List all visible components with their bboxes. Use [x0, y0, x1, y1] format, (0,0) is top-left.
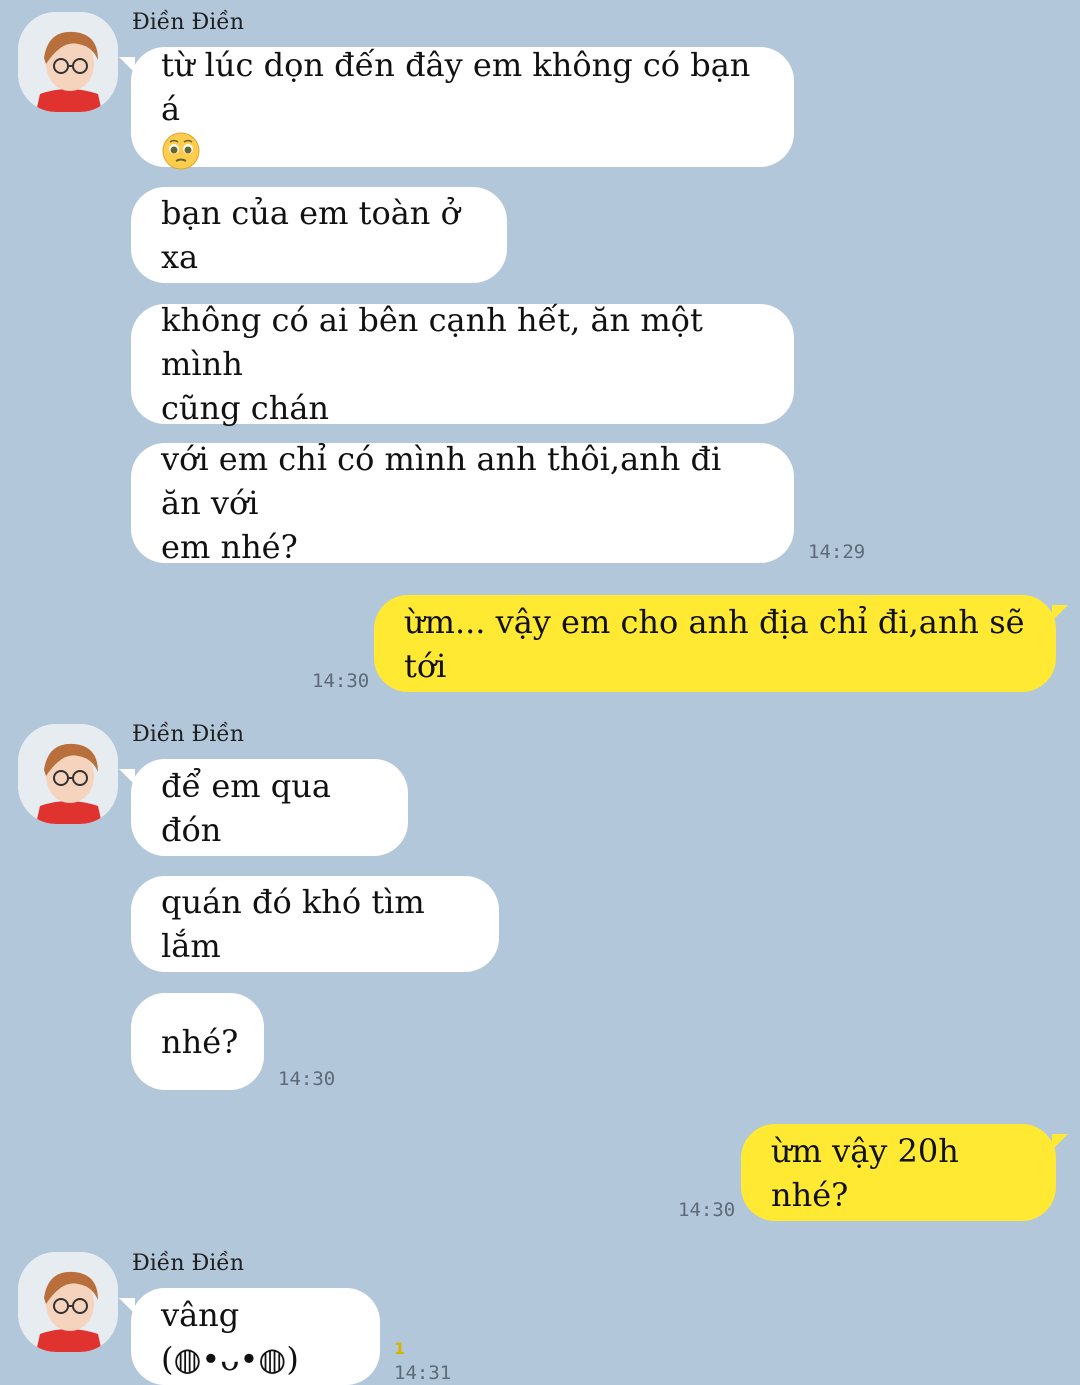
message-bubble[interactable]: để em qua đón — [119, 759, 408, 856]
message-text: ừm... vậy em cho anh địa chỉ đi,anh sẽ t… — [404, 602, 1025, 685]
avatar[interactable] — [18, 12, 118, 112]
avatar[interactable] — [18, 1252, 118, 1352]
message-bubble[interactable]: ừm vậy 20h nhé? — [741, 1124, 1068, 1221]
pleading-face-icon — [161, 131, 201, 171]
message-bubble[interactable]: nhé? — [131, 993, 264, 1090]
message-timestamp: 14:30 — [678, 1199, 736, 1221]
message-text: ừm vậy 20h nhé? — [771, 1131, 959, 1214]
sender-name: Điền Điền — [132, 1251, 244, 1276]
message-bubble[interactable]: với em chỉ có mình anh thôi,anh đi ăn vớ… — [131, 440, 794, 566]
message-bubble[interactable]: quán đó khó tìm lắm — [131, 876, 499, 972]
message-text: để em qua đón — [161, 766, 331, 849]
message-text: quán đó khó tìm lắm — [161, 883, 425, 965]
sender-name: Điền Điền — [132, 10, 244, 35]
message-text: vâng (◍•ᴗ•◍) — [161, 1295, 299, 1378]
message-text: với em chỉ có mình anh thôi,anh đi ăn vớ… — [161, 440, 722, 522]
message-text: từ lúc dọn đến đây em không có bạn á — [161, 46, 751, 128]
unread-count: 1 — [394, 1339, 406, 1358]
message-bubble[interactable]: không có ai bên cạnh hết, ăn một mình cũ… — [131, 301, 794, 427]
message-bubble[interactable]: bạn của em toàn ở xa — [131, 187, 507, 283]
avatar[interactable] — [18, 724, 118, 824]
sender-name: Điền Điền — [132, 722, 244, 747]
message-text: em nhé? — [161, 528, 298, 566]
message-timestamp: 14:29 — [808, 541, 866, 563]
message-bubble[interactable]: ừm... vậy em cho anh địa chỉ đi,anh sẽ t… — [374, 595, 1068, 692]
message-timestamp: 14:30 — [312, 670, 370, 692]
avatar-photo-icon — [18, 12, 118, 112]
message-timestamp: 14:31 — [394, 1362, 452, 1384]
message-bubble[interactable]: vâng (◍•ᴗ•◍) — [119, 1288, 380, 1385]
avatar-photo-icon — [18, 1252, 118, 1352]
message-bubble[interactable]: từ lúc dọn đến đây em không có bạn á — [119, 46, 794, 170]
message-timestamp: 14:30 — [278, 1068, 336, 1090]
message-text: cũng chán — [161, 389, 330, 427]
avatar-photo-icon — [18, 724, 118, 824]
message-text: không có ai bên cạnh hết, ăn một mình — [161, 301, 703, 383]
message-text: bạn của em toàn ở xa — [161, 194, 460, 276]
message-text: nhé? — [161, 1022, 239, 1061]
